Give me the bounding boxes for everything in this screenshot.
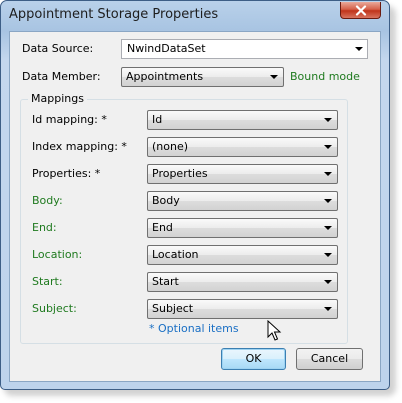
chevron-down-icon[interactable]	[355, 47, 363, 51]
subject-combo[interactable]: Subject	[147, 299, 338, 319]
mappings-title: Mappings	[28, 92, 87, 105]
ok-button[interactable]: OK	[221, 348, 286, 370]
index-mapping-combo[interactable]: (none)	[147, 137, 338, 157]
chevron-down-icon[interactable]	[324, 172, 332, 176]
body-value: Body	[152, 194, 180, 207]
id-mapping-value: Id	[152, 113, 163, 126]
data-member-combo[interactable]: Appointments	[121, 67, 284, 87]
index-mapping-value: (none)	[152, 140, 189, 153]
start-value: Start	[152, 275, 179, 288]
id-mapping-combo[interactable]: Id	[147, 110, 338, 130]
cancel-button[interactable]: Cancel	[296, 348, 363, 370]
dialog-client-area: Data Source: NwindDataSet Data Member: A…	[9, 31, 381, 382]
properties-value: Properties	[152, 167, 208, 180]
location-label: Location:	[32, 248, 83, 261]
start-combo[interactable]: Start	[147, 272, 338, 292]
chevron-down-icon[interactable]	[324, 226, 332, 230]
location-value: Location	[152, 248, 199, 261]
data-member-value: Appointments	[126, 70, 204, 83]
chevron-down-icon[interactable]	[324, 118, 332, 122]
data-source-value: NwindDataSet	[127, 42, 206, 55]
bound-mode-text: Bound mode	[290, 70, 360, 83]
mouse-pointer-icon	[267, 320, 282, 341]
location-combo[interactable]: Location	[147, 245, 338, 265]
chevron-down-icon[interactable]	[324, 145, 332, 149]
data-member-label: Data Member:	[22, 70, 101, 83]
optional-items-note: * Optional items	[149, 322, 239, 335]
chevron-down-icon[interactable]	[324, 199, 332, 203]
title-bar[interactable]: Appointment Storage Properties	[1, 1, 389, 31]
chevron-down-icon[interactable]	[270, 75, 278, 79]
close-button[interactable]	[340, 2, 381, 19]
id-mapping-label: Id mapping: *	[32, 113, 107, 126]
subject-label: Subject:	[32, 302, 77, 315]
body-label: Body:	[32, 194, 63, 207]
end-combo[interactable]: End	[147, 218, 338, 238]
properties-label: Properties: *	[32, 167, 101, 180]
dialog-window: Appointment Storage Properties Data Sour…	[0, 0, 390, 390]
chevron-down-icon[interactable]	[324, 253, 332, 257]
end-label: End:	[32, 221, 57, 234]
subject-value: Subject	[152, 302, 194, 315]
end-value: End	[152, 221, 173, 234]
chevron-down-icon[interactable]	[324, 280, 332, 284]
close-icon	[355, 4, 366, 16]
index-mapping-label: Index mapping: *	[32, 140, 127, 153]
chevron-down-icon[interactable]	[324, 307, 332, 311]
start-label: Start:	[32, 275, 63, 288]
properties-combo[interactable]: Properties	[147, 164, 338, 184]
data-source-label: Data Source:	[22, 42, 94, 55]
data-source-combo[interactable]: NwindDataSet	[121, 39, 368, 59]
window-title: Appointment Storage Properties	[9, 7, 219, 22]
body-combo[interactable]: Body	[147, 191, 338, 211]
